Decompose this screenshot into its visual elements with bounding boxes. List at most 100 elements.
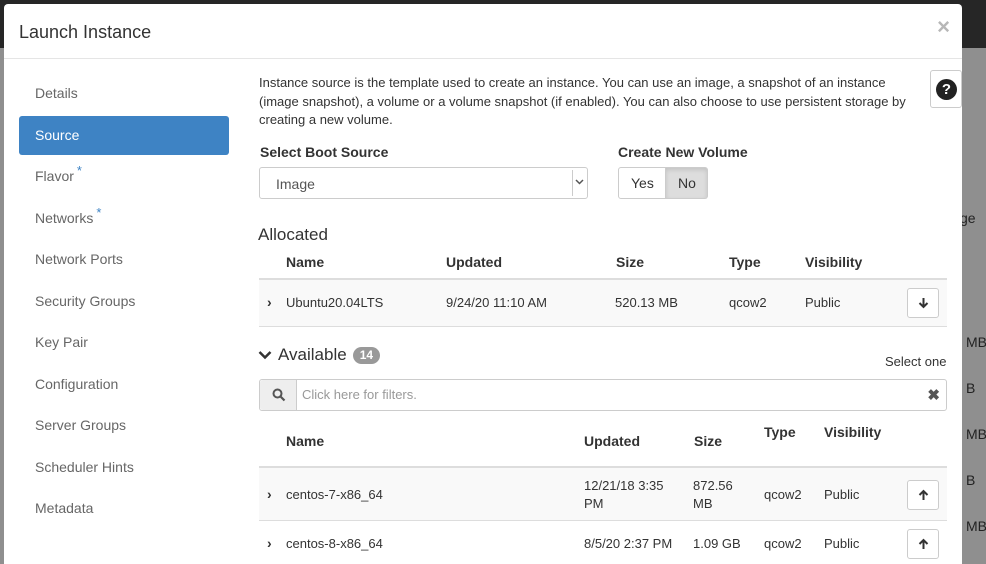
- nav-item-label: Metadata: [35, 500, 94, 516]
- nav-item-label: Flavor: [35, 168, 74, 184]
- image-visibility: Public: [805, 295, 841, 310]
- background-text-fragment: MB: [966, 518, 986, 534]
- nav-item-source[interactable]: Source: [19, 115, 229, 155]
- boot-source-label: Select Boot Source: [260, 144, 389, 160]
- nav-item-label: Network Ports: [35, 251, 123, 267]
- nav-item-label: Key Pair: [35, 334, 88, 350]
- available-table: Name Updated Size Type Visibility › cent…: [259, 416, 947, 564]
- clear-filter-icon[interactable]: ✖: [927, 386, 940, 404]
- source-help-text: Instance source is the template used to …: [259, 75, 906, 127]
- column-header-size: Size: [694, 433, 723, 449]
- nav-item-network-ports[interactable]: Network Ports: [19, 240, 229, 279]
- nav-item-metadata[interactable]: Metadata: [19, 489, 229, 528]
- image-updated-line: PM: [584, 496, 604, 511]
- image-size: 1.09 GB: [693, 536, 741, 551]
- image-visibility: Public: [824, 487, 860, 502]
- required-marker: *: [76, 163, 82, 178]
- nav-item-configuration[interactable]: Configuration: [19, 365, 229, 404]
- available-table-header: Name Updated Size Type Visibility: [259, 416, 947, 468]
- required-marker: *: [96, 204, 102, 220]
- deallocate-button[interactable]: [907, 288, 939, 318]
- column-header-name: Name: [286, 254, 325, 270]
- volume-no-button[interactable]: No: [666, 167, 708, 199]
- nav-item-flavor[interactable]: Flavor *: [19, 157, 229, 196]
- help-button[interactable]: ?: [930, 70, 962, 108]
- image-visibility: Public: [824, 536, 860, 551]
- nav-item-label: Source: [35, 126, 80, 143]
- table-row: › centos-8-x86_64 8/5/20 2:37 PM 1.09 GB…: [259, 521, 947, 564]
- wizard-nav: Details Source Flavor * Networks * Network…: [19, 74, 229, 531]
- column-header-name: Name: [286, 433, 325, 449]
- background-text-fragment: MB: [966, 426, 986, 442]
- nav-item-label: Security Groups: [35, 292, 136, 309]
- nav-item-label: Server Groups: [35, 417, 127, 433]
- arrow-down-icon: [918, 298, 929, 309]
- modal-header: Launch Instance ×: [4, 4, 962, 59]
- allocate-button[interactable]: [907, 480, 939, 510]
- chevron-right-icon[interactable]: ›: [267, 294, 272, 310]
- background-text-fragment: ge: [960, 210, 976, 226]
- available-count-badge: 14: [352, 346, 381, 364]
- create-volume-label: Create New Volume: [618, 144, 748, 160]
- filter-placeholder: Click here for filters.: [302, 387, 417, 402]
- image-size-line: 872.56: [693, 478, 733, 493]
- image-size-line: MB: [693, 496, 713, 511]
- image-updated-line: 12/21/18 3:35: [584, 478, 664, 493]
- chevron-down-icon: [572, 170, 586, 196]
- boot-source-value: Image: [276, 176, 315, 192]
- column-header-visibility: Visibility: [805, 254, 863, 270]
- allocate-button[interactable]: [907, 529, 939, 559]
- image-type: qcow2: [764, 487, 802, 502]
- volume-yes-button[interactable]: Yes: [618, 167, 666, 199]
- nav-item-label: Scheduler Hints: [35, 458, 134, 475]
- background-text-fragment: MB: [966, 334, 986, 350]
- boot-source-select[interactable]: Image: [259, 167, 588, 199]
- image-updated: 8/5/20 2:37 PM: [584, 536, 673, 551]
- source-content: Instance source is the template used to …: [259, 74, 949, 130]
- chevron-down-icon: [258, 351, 272, 360]
- image-type: qcow2: [729, 295, 767, 310]
- background-text-fragment: B: [966, 472, 976, 488]
- column-header-updated: Updated: [584, 433, 640, 449]
- launch-instance-modal: Launch Instance × Details Source Flavor *…: [4, 4, 962, 564]
- background-text-fragment: B: [966, 380, 976, 396]
- image-size: 872.56 MB: [693, 477, 733, 513]
- search-icon: [260, 380, 297, 410]
- nav-item-server-groups[interactable]: Server Groups: [19, 406, 229, 445]
- image-size: 520.13 MB: [615, 295, 678, 310]
- column-header-visibility: Visibility: [824, 424, 882, 440]
- select-one-hint: Select one: [885, 354, 947, 369]
- column-header-size: Size: [616, 254, 645, 270]
- image-name: Ubuntu20.04LTS: [286, 295, 384, 310]
- nav-item-details[interactable]: Details: [19, 74, 229, 113]
- available-header[interactable]: Available 14: [258, 345, 381, 365]
- column-header-updated: Updated: [446, 254, 502, 270]
- chevron-right-icon[interactable]: ›: [267, 535, 272, 551]
- image-name: centos-8-x86_64: [286, 536, 383, 551]
- table-row: › centos-7-x86_64 12/21/18 3:35 PM 872.56…: [259, 468, 947, 521]
- column-header-type: Type: [729, 254, 761, 270]
- nav-item-key-pair[interactable]: Key Pair: [19, 323, 229, 362]
- image-name: centos-7-x86_64: [286, 487, 383, 502]
- allocated-table: Name Updated Size Type Visibility › Ubun…: [259, 247, 947, 327]
- allocated-title: Allocated: [258, 225, 328, 244]
- nav-item-security-groups[interactable]: Security Groups: [19, 282, 229, 321]
- nav-item-label: Configuration: [35, 375, 119, 392]
- arrow-up-icon: [918, 489, 929, 500]
- close-icon[interactable]: ×: [937, 16, 950, 38]
- nav-item-label: Networks: [35, 209, 94, 226]
- available-filter[interactable]: Click here for filters. ✖: [259, 379, 947, 411]
- nav-item-label: Details: [35, 85, 78, 101]
- image-type: qcow2: [764, 536, 802, 551]
- nav-item-networks[interactable]: Networks *: [19, 199, 229, 238]
- available-title: Available: [278, 345, 347, 364]
- image-updated: 9/24/20 11:10 AM: [446, 295, 547, 310]
- column-header-type: Type: [764, 424, 796, 440]
- modal-title: Launch Instance: [19, 22, 152, 42]
- help-icon: ?: [936, 79, 957, 100]
- allocated-table-header: Name Updated Size Type Visibility: [259, 247, 947, 280]
- create-volume-toggle: Yes No: [618, 167, 708, 199]
- arrow-up-icon: [918, 538, 929, 549]
- chevron-right-icon[interactable]: ›: [267, 486, 272, 502]
- nav-item-scheduler-hints[interactable]: Scheduler Hints: [19, 448, 229, 487]
